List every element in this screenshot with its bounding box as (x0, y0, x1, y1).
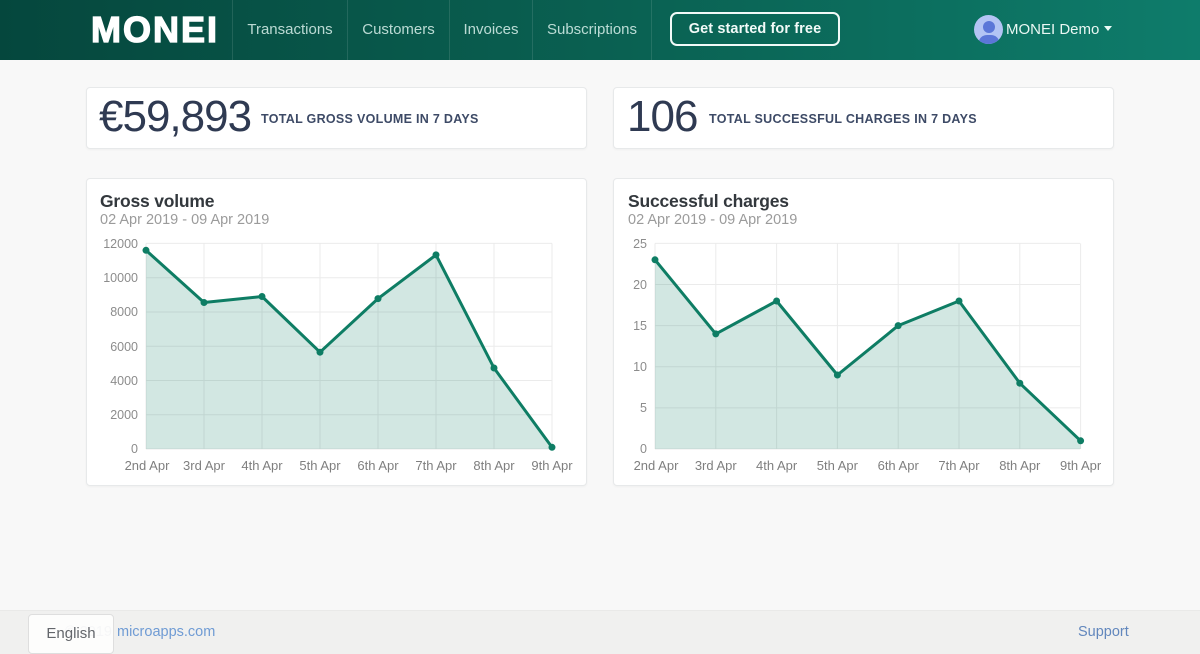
svg-text:15: 15 (633, 319, 647, 333)
svg-text:Successful charges: Successful charges (628, 191, 789, 211)
svg-text:8th Apr: 8th Apr (473, 458, 515, 473)
svg-text:5th Apr: 5th Apr (299, 458, 341, 473)
svg-text:02 Apr 2019 - 09 Apr 2019: 02 Apr 2019 - 09 Apr 2019 (628, 212, 797, 228)
svg-text:2nd Apr: 2nd Apr (634, 458, 679, 473)
svg-text:4th Apr: 4th Apr (241, 458, 283, 473)
svg-text:6th Apr: 6th Apr (878, 458, 920, 473)
svg-text:8000: 8000 (110, 305, 138, 319)
svg-text:4000: 4000 (110, 374, 138, 388)
svg-text:2000: 2000 (110, 408, 138, 422)
svg-text:10000: 10000 (103, 271, 138, 285)
svg-text:6000: 6000 (110, 340, 138, 354)
svg-text:5th Apr: 5th Apr (817, 458, 859, 473)
svg-text:12000: 12000 (103, 237, 138, 251)
svg-text:9th Apr: 9th Apr (531, 458, 573, 473)
svg-text:10: 10 (633, 360, 647, 374)
svg-text:5: 5 (640, 401, 647, 415)
svg-text:4th Apr: 4th Apr (756, 458, 798, 473)
svg-text:6th Apr: 6th Apr (357, 458, 399, 473)
svg-text:9th Apr: 9th Apr (1060, 458, 1102, 473)
svg-text:7th Apr: 7th Apr (415, 458, 457, 473)
svg-text:02 Apr 2019 - 09 Apr 2019: 02 Apr 2019 - 09 Apr 2019 (100, 212, 269, 228)
svg-text:2nd Apr: 2nd Apr (125, 458, 170, 473)
svg-text:7th Apr: 7th Apr (938, 458, 980, 473)
svg-text:3rd Apr: 3rd Apr (695, 458, 738, 473)
svg-text:0: 0 (640, 442, 647, 456)
svg-text:20: 20 (633, 278, 647, 292)
svg-text:0: 0 (131, 442, 138, 456)
svg-text:8th Apr: 8th Apr (999, 458, 1041, 473)
svg-text:25: 25 (633, 237, 647, 251)
svg-text:3rd Apr: 3rd Apr (183, 458, 226, 473)
svg-text:Gross volume: Gross volume (100, 191, 215, 211)
